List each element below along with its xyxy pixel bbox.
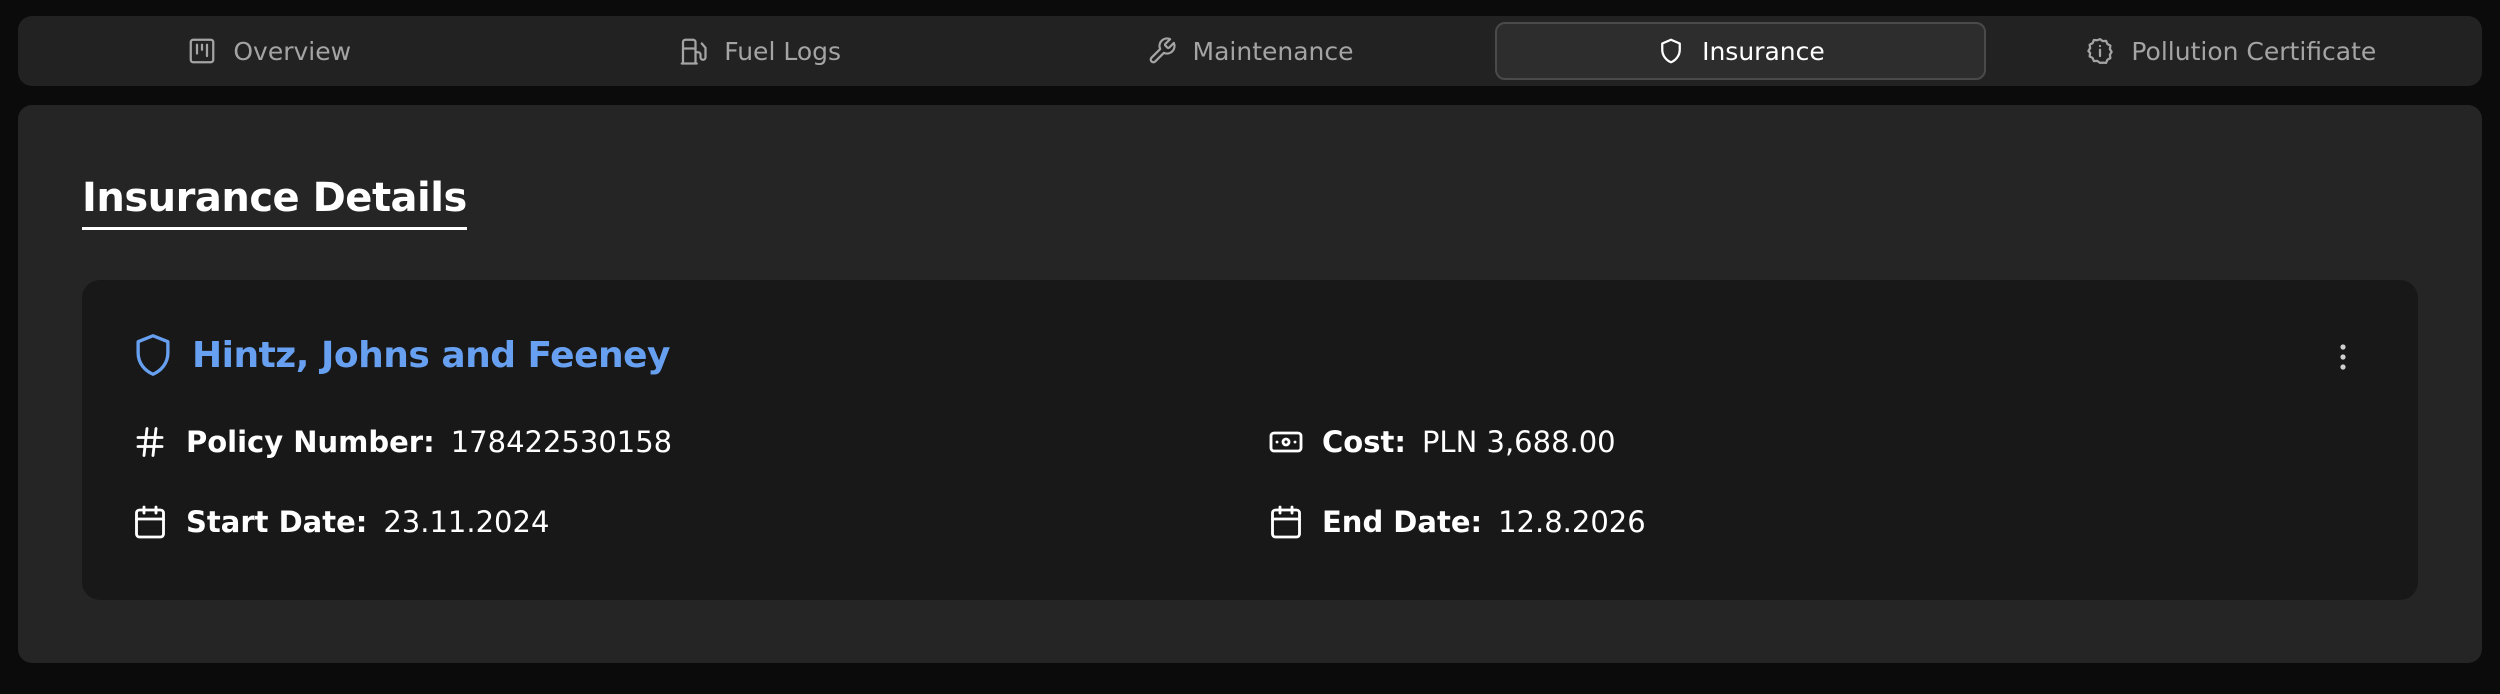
calendar-icon	[1271, 505, 1301, 539]
insurance-panel: Insurance Details Hintz, Johns and Feene…	[18, 105, 2482, 663]
tab-label: Fuel Logs	[724, 36, 842, 66]
tab-label: Insurance	[1702, 36, 1825, 66]
cost-label: Cost:	[1322, 425, 1406, 459]
end-date-field: End Date: 12.8.2026	[1268, 504, 1646, 540]
tab-label: Overview	[233, 36, 352, 66]
insurance-policy-card: Hintz, Johns and Feeney Policy Number: 1…	[82, 280, 2418, 600]
start-date-field: Start Date: 23.11.2024	[132, 504, 549, 540]
provider-name: Hintz, Johns and Feeney	[192, 334, 671, 376]
tab-maintenance[interactable]: Maintenance	[1005, 22, 1495, 80]
start-date-value: 23.11.2024	[383, 505, 550, 539]
policy-number-value: 178422530158	[450, 425, 673, 459]
end-date-label: End Date:	[1322, 505, 1483, 539]
tab-insurance[interactable]: Insurance	[1495, 22, 1986, 80]
start-date-label: Start Date:	[186, 505, 368, 539]
info-badge-icon	[2087, 38, 2114, 64]
more-vertical-icon	[2340, 344, 2346, 370]
tab-label: Pollution Certificate	[2131, 36, 2377, 66]
tab-label: Maintenance	[1192, 36, 1354, 66]
calendar-icon	[135, 505, 165, 539]
banknote-icon	[1269, 431, 1303, 453]
policy-number-field: Policy Number: 178422530158	[132, 424, 672, 460]
policy-number-label: Policy Number:	[186, 425, 435, 459]
end-date-value: 12.8.2026	[1498, 505, 1646, 539]
policy-provider: Hintz, Johns and Feeney	[132, 332, 671, 378]
wrench-icon	[1149, 37, 1176, 64]
overview-icon	[189, 38, 215, 64]
section-title: Insurance Details	[82, 175, 467, 230]
fuel-pump-icon	[680, 38, 707, 65]
cost-value: PLN 3,688.00	[1421, 425, 1616, 459]
more-options-button[interactable]	[2328, 342, 2358, 372]
tab-bar: Overview Fuel Logs Maintenance Insurance…	[18, 16, 2482, 86]
cost-field: Cost: PLN 3,688.00	[1268, 424, 1616, 460]
hash-icon	[136, 427, 164, 457]
tab-fuel-logs[interactable]: Fuel Logs	[514, 22, 1004, 80]
tab-overview[interactable]: Overview	[24, 22, 514, 80]
shield-icon	[136, 334, 170, 376]
shield-icon	[1661, 38, 1681, 64]
tab-pollution-certificate[interactable]: Pollution Certificate	[1986, 22, 2476, 80]
